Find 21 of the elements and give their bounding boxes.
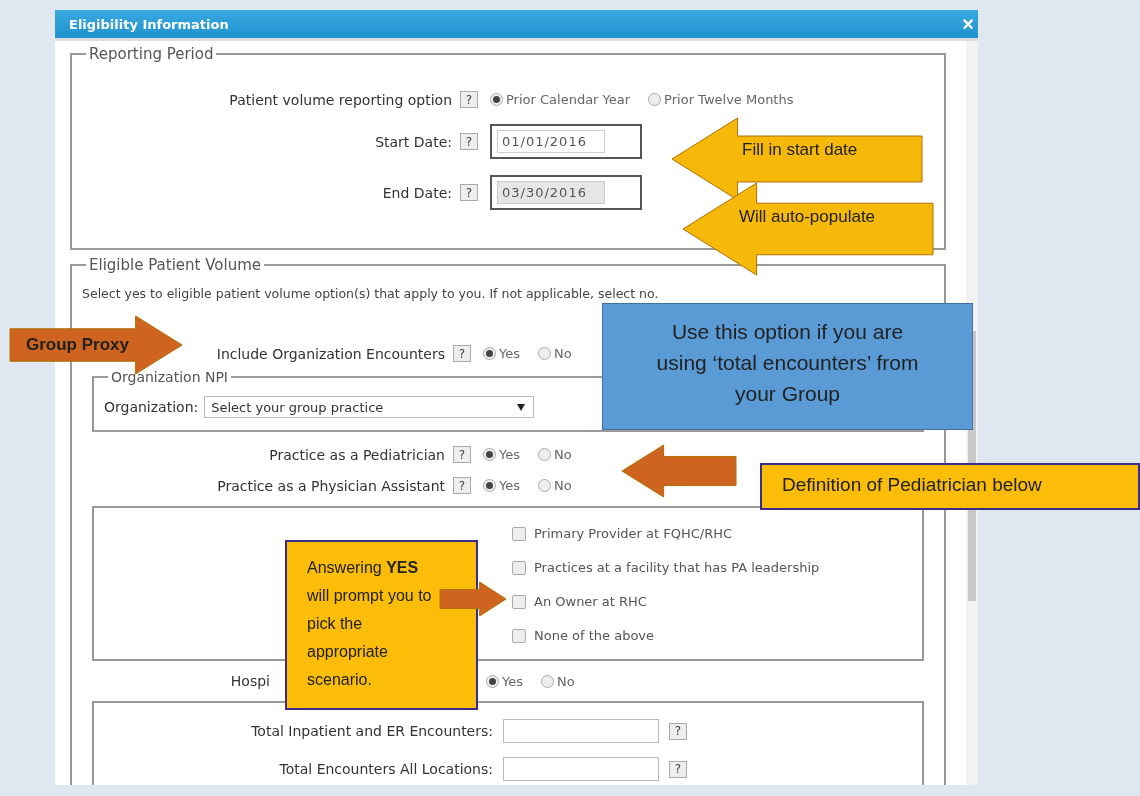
field-label: Total Inpatient and ER Encounters: xyxy=(251,723,493,739)
field-label: Start Date: xyxy=(375,133,452,150)
callout-text: Fill in start date xyxy=(742,140,858,160)
window-title: Eligibility Information xyxy=(69,16,229,32)
field-label: Hospi xyxy=(230,673,270,689)
callout-note: Answering YES will prompt you to pick the appropriate scenario. xyxy=(285,540,478,710)
field-label: Organization: xyxy=(104,399,199,415)
callout-note: Definition of Pediatrician below xyxy=(760,463,1140,510)
field-label: End Date: xyxy=(382,184,452,201)
field-label: Practice as a Physician Assistant xyxy=(217,477,445,494)
field-label: Patient volume reporting option xyxy=(229,91,452,108)
field-label: Total Encounters All Locations: xyxy=(279,761,493,777)
field-label: Practice as a Pediatrician xyxy=(269,446,445,463)
field-label: Include Organization Encounters xyxy=(216,345,445,362)
fieldset-legend: Organization NPI xyxy=(108,369,231,385)
fieldset-legend: Reporting Period xyxy=(86,45,217,63)
callout-text: Group Proxy xyxy=(26,335,129,355)
fieldset-legend: Eligible Patient Volume xyxy=(86,256,264,274)
instruction-text: Select yes to eligible patient volume option(s) that apply to you. If not applicable, select no. xyxy=(82,286,660,301)
callout-text: Will auto-populate xyxy=(739,207,876,227)
callout-note: Use this option if you are using ‘total encounters’ from your Group xyxy=(602,303,973,430)
